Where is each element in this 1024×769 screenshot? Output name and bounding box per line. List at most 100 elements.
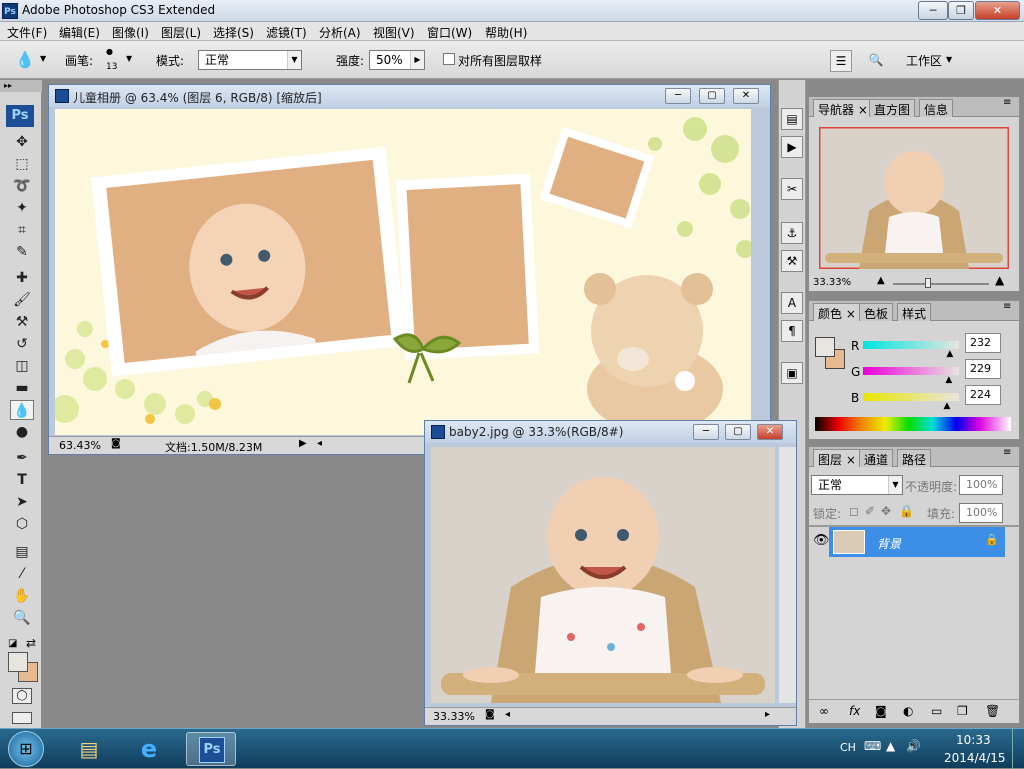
fill-input[interactable]: 100% bbox=[959, 503, 1003, 523]
menu-file[interactable]: 文件(F) bbox=[7, 24, 47, 41]
healing-brush-tool-icon[interactable]: ✚ bbox=[10, 268, 34, 288]
paragraph-panel-icon[interactable]: ¶ bbox=[781, 320, 803, 342]
tab-channels[interactable]: 通道 bbox=[859, 449, 894, 467]
internet-explorer-icon[interactable]: e bbox=[124, 732, 174, 766]
opacity-input[interactable]: 100% bbox=[959, 475, 1003, 495]
zoom-tool-icon[interactable]: 🔍 bbox=[10, 608, 34, 628]
ps-logo-icon[interactable]: Ps bbox=[6, 105, 34, 127]
new-group-icon[interactable]: ▭ bbox=[931, 704, 942, 718]
tab-color[interactable]: 颜色 × bbox=[813, 303, 861, 321]
channel-g-slider[interactable] bbox=[863, 367, 959, 375]
screen-mode-icon[interactable] bbox=[12, 712, 32, 724]
character-panel-icon[interactable]: A bbox=[781, 292, 803, 314]
album-maximize-button[interactable]: ▢ bbox=[699, 88, 725, 104]
sample-all-layers-checkbox[interactable] bbox=[443, 53, 455, 65]
history-panel-icon[interactable]: ▤ bbox=[781, 108, 803, 130]
navigator-slider-thumb[interactable] bbox=[925, 278, 931, 288]
brushes-panel-icon[interactable]: ⚓ bbox=[781, 222, 803, 244]
tab-swatches[interactable]: 色板 bbox=[859, 303, 894, 321]
tool-presets-panel-icon[interactable]: ✂ bbox=[781, 178, 803, 200]
channel-g-input[interactable]: 229 bbox=[965, 359, 1001, 379]
large-photo-frame[interactable] bbox=[91, 146, 407, 377]
album-minimize-button[interactable]: ─ bbox=[665, 88, 691, 104]
bridge-icon[interactable]: 🔍 bbox=[862, 50, 890, 72]
delete-layer-icon[interactable]: 🗑 bbox=[985, 704, 1000, 718]
strength-input[interactable]: 50% ▶ bbox=[369, 50, 425, 70]
panel-menu-icon[interactable]: ≡ bbox=[1003, 97, 1011, 108]
notes-tool-icon[interactable]: ▤ bbox=[10, 542, 34, 562]
channel-g-thumb[interactable]: ▲ bbox=[945, 375, 952, 385]
actions-panel-icon[interactable]: ▶ bbox=[781, 136, 803, 158]
channel-r-slider[interactable] bbox=[863, 341, 959, 349]
zoom-out-icon[interactable]: ▲ bbox=[877, 275, 885, 286]
clock-date[interactable]: 2014/4/15 bbox=[944, 751, 1006, 765]
scroll-left-icon[interactable]: ◂ bbox=[505, 709, 510, 720]
eyedropper-tool-icon[interactable]: ⁄ bbox=[10, 564, 34, 584]
workspace-menu[interactable]: 工作区 bbox=[906, 52, 942, 69]
menu-window[interactable]: 窗口(W) bbox=[427, 24, 472, 41]
layer-mask-icon[interactable]: ◙ bbox=[875, 704, 887, 718]
blend-mode-select[interactable]: 正常 ▼ bbox=[811, 475, 903, 495]
eraser-tool-icon[interactable]: ◫ bbox=[10, 356, 34, 376]
photoshop-taskbar-button[interactable]: Ps bbox=[186, 732, 236, 766]
clock-time[interactable]: 10:33 bbox=[956, 733, 991, 747]
new-layer-icon[interactable]: ❐ bbox=[957, 704, 968, 718]
notification-arrow-icon[interactable]: ▲ bbox=[886, 739, 895, 753]
blur-tool-icon[interactable]: 💧 bbox=[10, 400, 34, 420]
pen-tool-icon[interactable]: ✒ bbox=[10, 448, 34, 468]
strength-slider-arrow-icon[interactable]: ▶ bbox=[410, 51, 424, 69]
brush-picker-arrow-icon[interactable]: ▼ bbox=[126, 54, 132, 63]
magic-wand-tool-icon[interactable]: ✦ bbox=[10, 198, 34, 218]
slice-tool-icon[interactable]: ✎ bbox=[10, 242, 34, 262]
status-menu-icon[interactable]: ◙ bbox=[485, 709, 495, 720]
channel-b-thumb[interactable]: ▲ bbox=[943, 401, 950, 411]
tab-info[interactable]: 信息 bbox=[919, 99, 954, 117]
swap-colors-icon[interactable]: ⇄ bbox=[26, 636, 36, 650]
move-tool-icon[interactable]: ✥ bbox=[10, 132, 34, 152]
color-spectrum-ramp[interactable] bbox=[815, 417, 1011, 431]
close-tab-icon[interactable]: × bbox=[858, 103, 868, 117]
lock-image-icon[interactable]: ✐ bbox=[865, 504, 875, 518]
tab-layers[interactable]: 图层 × bbox=[813, 449, 861, 467]
baby2-minimize-button[interactable]: ─ bbox=[693, 424, 719, 440]
gradient-tool-icon[interactable]: ▬ bbox=[10, 378, 34, 398]
brush-dot-icon[interactable]: ● bbox=[106, 47, 113, 56]
photoshop-app-icon[interactable]: Ps bbox=[2, 3, 18, 19]
menu-help[interactable]: 帮助(H) bbox=[485, 24, 527, 41]
start-button-icon[interactable]: ⊞ bbox=[8, 731, 44, 767]
brush-tool-icon[interactable]: 🖌 bbox=[10, 290, 34, 310]
toolbox-collapse-icon[interactable]: ▸▸ bbox=[0, 80, 42, 92]
menu-analysis[interactable]: 分析(A) bbox=[319, 24, 361, 41]
menu-view[interactable]: 视图(V) bbox=[373, 24, 415, 41]
scroll-right-icon[interactable]: ▸ bbox=[765, 709, 770, 720]
layer-row-background[interactable]: 背景 🔒 bbox=[829, 527, 1005, 557]
layer-name[interactable]: 背景 bbox=[877, 535, 901, 552]
menu-select[interactable]: 选择(S) bbox=[213, 24, 254, 41]
workspace-chevron-down-icon[interactable]: ▼ bbox=[946, 55, 952, 64]
blur-tool-preset-icon[interactable]: 💧 bbox=[14, 50, 36, 72]
navigator-zoom[interactable]: 33.33% bbox=[813, 277, 851, 288]
tab-styles[interactable]: 样式 bbox=[897, 303, 932, 321]
foreground-color-swatch[interactable] bbox=[8, 652, 28, 672]
baby2-canvas[interactable] bbox=[431, 447, 775, 703]
layer-visibility-eye-icon[interactable]: 👁 bbox=[813, 533, 830, 548]
restore-button[interactable]: ❐ bbox=[948, 1, 974, 20]
tab-navigator[interactable]: 导航器 × bbox=[813, 99, 873, 117]
adjustment-layer-icon[interactable]: ◐ bbox=[903, 704, 913, 718]
dodge-tool-icon[interactable]: ● bbox=[10, 422, 34, 442]
keyboard-icon[interactable]: ⌨ bbox=[864, 739, 881, 753]
close-tab-icon[interactable]: × bbox=[846, 307, 856, 321]
menu-filter[interactable]: 滤镜(T) bbox=[266, 24, 307, 41]
path-selection-tool-icon[interactable]: ➤ bbox=[10, 492, 34, 512]
color-foreground-swatch[interactable] bbox=[815, 337, 835, 357]
show-desktop-button[interactable] bbox=[1012, 729, 1024, 769]
link-layers-icon[interactable]: ∞ bbox=[819, 704, 829, 718]
navigator-preview[interactable] bbox=[819, 127, 1009, 269]
menu-layer[interactable]: 图层(L) bbox=[161, 24, 201, 41]
layer-style-icon[interactable]: fx bbox=[849, 704, 860, 718]
panel-menu-icon[interactable]: ≡ bbox=[1003, 301, 1011, 312]
clone-source-panel-icon[interactable]: ⚒ bbox=[781, 250, 803, 272]
status-menu-icon[interactable]: ◙ bbox=[111, 438, 121, 449]
channel-b-slider[interactable] bbox=[863, 393, 959, 401]
middle-photo-frame[interactable] bbox=[396, 173, 540, 361]
